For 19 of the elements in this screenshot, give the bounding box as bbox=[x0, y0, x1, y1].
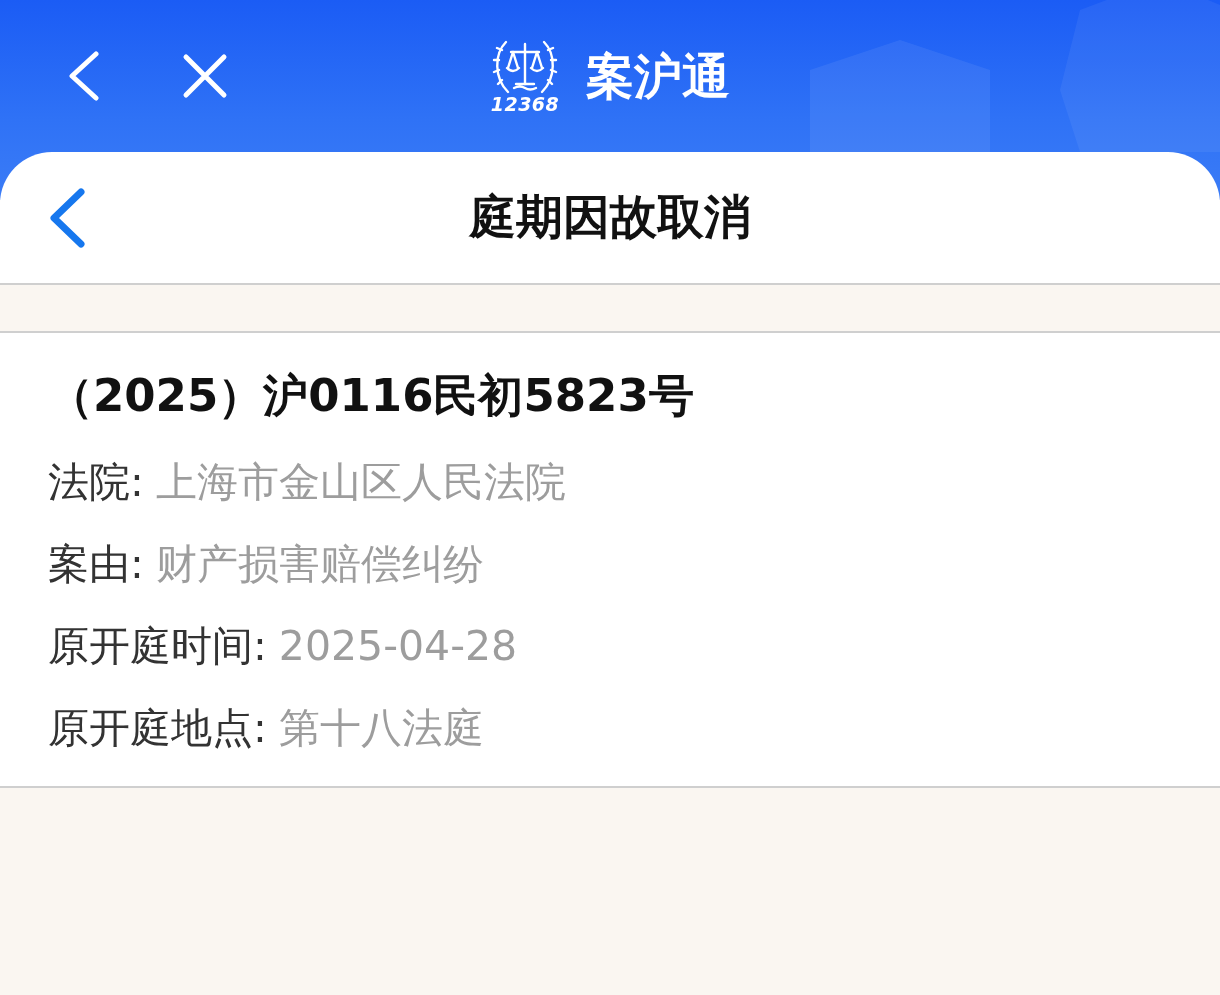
field-value: 上海市金山区人民法院 bbox=[155, 457, 566, 509]
close-button[interactable] bbox=[182, 53, 228, 99]
field-value: 2025-04-28 bbox=[278, 621, 518, 673]
case-number: （2025）沪0116民初5823号 bbox=[48, 368, 694, 424]
app-title: 案沪通 bbox=[586, 49, 730, 103]
page-title: 庭期因故取消 bbox=[469, 189, 751, 246]
field-label: 案由: bbox=[48, 539, 144, 591]
back-icon bbox=[66, 51, 102, 101]
back-button[interactable] bbox=[66, 51, 102, 101]
back-icon bbox=[48, 187, 86, 248]
field-value: 第十八法庭 bbox=[278, 703, 484, 755]
close-icon bbox=[182, 53, 228, 99]
scales-emblem-icon bbox=[490, 38, 560, 94]
field-value: 财产损害赔偿纠纷 bbox=[155, 539, 484, 591]
back-button[interactable] bbox=[48, 187, 86, 248]
field-label: 原开庭地点: bbox=[48, 703, 267, 755]
logo-number: 12368 bbox=[490, 95, 560, 114]
field-label: 原开庭时间: bbox=[48, 621, 267, 673]
field-label: 法院: bbox=[48, 457, 144, 509]
